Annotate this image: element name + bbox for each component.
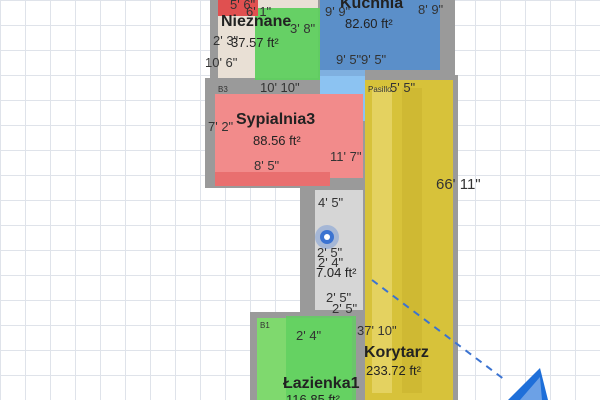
dim-label: 2' 4" [296,328,322,343]
room-name-sypialnia3: Sypialnia3 [236,111,315,128]
dim-label: 9' 5" [361,52,387,67]
room-sypialnia3[interactable]: B3 Sypialnia3 88.56 ft² [215,85,363,186]
dim-label: 2' 5" [332,301,358,316]
room-area-nieznane: 37.57 ft² [231,35,279,50]
dim-label: 9' 9" [325,4,351,19]
room-tag-korytarz: Pasillo [368,85,392,94]
room-area-lazienka1: 116.85 ft² [286,392,341,400]
room-area-sypialnia3: 88.56 ft² [253,133,301,148]
dim-label: 10' 10" [260,80,300,95]
dim-label: 3' 8" [290,21,316,36]
room-korytarz[interactable]: Pasillo Korytarz 233.72 ft² [364,80,453,400]
dim-label: 8' 9" [418,2,444,17]
dim-label: 6' 1" [246,4,272,19]
room-area-korytarz: 233.72 ft² [366,363,422,378]
dim-label: 10' 6" [205,55,238,70]
room-tag-sypialnia: B3 [218,85,228,94]
dim-label: 11' 7" [330,149,362,164]
room-area-kuchnia: 82.60 ft² [345,16,393,31]
dim-label: 9' 5" [336,52,362,67]
compass-arrow-icon[interactable] [508,368,548,400]
room-name-lazienka1: Łazienka1 [283,375,360,392]
location-handle-icon[interactable] [315,225,339,249]
room-name-korytarz: Korytarz [364,344,429,361]
dim-label: 37' 10" [357,323,397,338]
dim-label: 7' 2" [208,119,234,134]
dim-label: 8' 5" [254,158,280,173]
floor-plan-canvas[interactable]: Nieznane 37.57 ft² Kuchnia 82.60 ft² B3 … [0,0,600,400]
dim-label: 5' 5" [390,80,416,95]
dim-label: 2' 4" [318,255,344,270]
dim-label: 2' 3" [213,33,239,48]
dim-label: 4' 5" [318,195,344,210]
room-tag-lazienka: B1 [260,321,270,330]
dim-label: 66' 11" [436,176,481,193]
